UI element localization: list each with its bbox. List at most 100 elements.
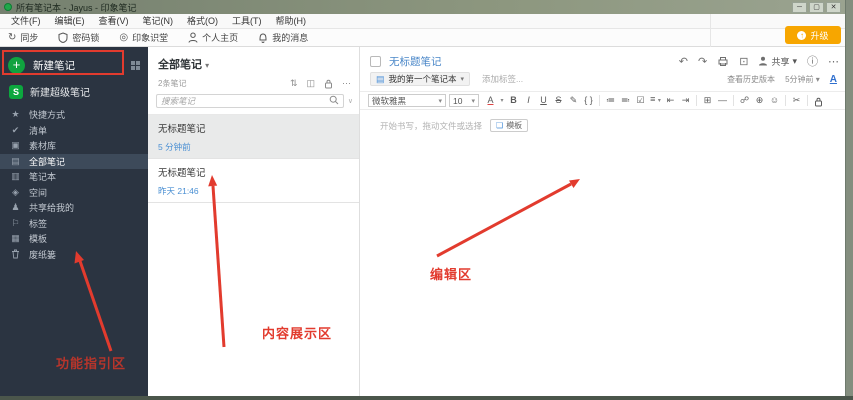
code-block-button[interactable]: { }	[581, 92, 596, 109]
presentation-button[interactable]: ⊡	[739, 55, 748, 68]
numbered-list-button[interactable]: ≕	[618, 92, 633, 109]
indent-button[interactable]: ⇥	[678, 92, 693, 109]
sidebar-item-tags[interactable]: ⚐ 标签	[0, 216, 148, 232]
sort-button[interactable]: ⇅	[290, 78, 298, 89]
sidebar-item-shortcuts[interactable]: ★ 快捷方式	[0, 107, 148, 123]
close-button[interactable]: ✕	[826, 1, 841, 13]
new-note-button[interactable]: + 新建笔记	[0, 52, 148, 78]
emoji-button[interactable]: ☺	[767, 92, 782, 109]
menu-format[interactable]: 格式(O)	[180, 14, 225, 29]
add-tag-button[interactable]: 添加标签...	[482, 73, 523, 85]
bold-button[interactable]: B	[506, 92, 521, 109]
sidebar-item-label: 全部笔记	[29, 156, 66, 167]
menu-tools[interactable]: 工具(T)	[225, 14, 269, 29]
note-list-header[interactable]: 全部笔记 ▾	[148, 47, 359, 72]
sidebar-item-materials[interactable]: ▣ 素材库	[0, 138, 148, 154]
menu-file[interactable]: 文件(F)	[4, 14, 48, 29]
tag-icon: ⚐	[11, 217, 20, 228]
menu-edit[interactable]: 编辑(E)	[48, 14, 92, 29]
note-list-item[interactable]: 无标题笔记 5 分钟前	[148, 115, 359, 159]
view-switcher-icon[interactable]	[131, 60, 140, 70]
chevron-down-icon: ▾	[205, 61, 210, 70]
insert-table-button[interactable]: ⊞	[700, 92, 715, 109]
font-size-select[interactable]: 10 ▾	[449, 94, 479, 107]
align-icon: ≡	[650, 94, 656, 104]
editor-body[interactable]: 开始书写，拖动文件或选择 ❏ 模板	[360, 110, 845, 132]
align-button[interactable]: ≡ ▾	[648, 91, 663, 110]
toolbar-separator	[785, 95, 786, 106]
note-title: 无标题笔记	[158, 124, 206, 135]
template-button[interactable]: ❏ 模板	[490, 119, 529, 132]
search-filter-toggle[interactable]: ∨	[348, 97, 353, 105]
undo-button[interactable]: ↶	[679, 55, 688, 68]
font-color-button[interactable]: A	[483, 92, 498, 109]
more-button[interactable]: ⋯	[828, 55, 839, 68]
bell-icon	[258, 32, 268, 43]
sidebar-item-label: 空间	[29, 187, 48, 198]
sidebar-item-templates[interactable]: ▦ 模板	[0, 231, 148, 247]
view-history-link[interactable]: 查看历史版本	[727, 74, 775, 85]
share-button[interactable]: 共享 ▾	[758, 55, 797, 68]
sidebar-item-checklist[interactable]: ✔ 清单	[0, 123, 148, 139]
profile-button[interactable]: 个人主页	[188, 31, 238, 44]
minimize-button[interactable]: ─	[792, 1, 807, 13]
note-count: 2条笔记	[158, 79, 187, 88]
chevron-down-icon: ▾	[471, 97, 475, 105]
notebook-selector[interactable]: ▤ 我的第一个笔记本 ▾	[370, 72, 471, 86]
todo-checkbox-button[interactable]: ☑	[633, 92, 648, 109]
encrypt-button[interactable]	[811, 94, 826, 107]
upgrade-icon: ↑	[797, 30, 807, 40]
bullet-list-button[interactable]: ≔	[603, 92, 618, 109]
sync-button[interactable]: ↻ 同步	[8, 31, 38, 44]
redo-button[interactable]: ↷	[698, 55, 707, 68]
classroom-button[interactable]: ◎ 印象识堂	[119, 31, 168, 44]
sidebar-item-shared-with-me[interactable]: ♟ 共享给我的	[0, 200, 148, 216]
print-button[interactable]	[717, 56, 729, 67]
font-size-toggle[interactable]: A	[830, 74, 837, 85]
format-toolbar: 微软雅黑 ▾ 10 ▾ A ▾ B I U S ✎ { } ≔ ≕ ☑ ≡ ▾ …	[360, 91, 845, 110]
italic-button[interactable]: I	[521, 92, 536, 109]
underline-button[interactable]: U	[536, 92, 551, 109]
highlight-pen-button[interactable]: ✎	[566, 92, 581, 109]
menu-note[interactable]: 笔记(N)	[136, 14, 181, 29]
messages-label: 我的消息	[272, 33, 309, 43]
password-lock-button[interactable]: 密码锁	[58, 31, 99, 44]
upgrade-button[interactable]: ↑ 升级	[785, 26, 841, 44]
sidebar-item-all-notes[interactable]: ▤ 全部笔记	[0, 153, 148, 169]
menu-help[interactable]: 帮助(H)	[269, 14, 314, 29]
outdent-button[interactable]: ⇤	[663, 92, 678, 109]
card-view-button[interactable]: ◫	[306, 78, 315, 89]
sidebar-item-label: 共享给我的	[29, 203, 75, 214]
horizontal-rule-button[interactable]: —	[715, 92, 730, 109]
window-title: 所有笔记本 - Jayus - 印象笔记	[16, 2, 137, 13]
notebook-icon: ▤	[376, 73, 385, 84]
chevron-down-icon: ▾	[792, 55, 797, 66]
sidebar-item-notebooks[interactable]: ▥ 笔记本	[0, 169, 148, 185]
last-edited-dropdown[interactable]: 5分钟前 ▾	[785, 74, 820, 85]
font-family-select[interactable]: 微软雅黑 ▾	[368, 94, 446, 107]
note-list-panel: 全部笔记 ▾ 2条笔记 ⇅ ◫ ⋯ ∨ 无标题笔记	[148, 47, 360, 396]
annotation-label-editor: 编辑区	[430, 267, 473, 282]
note-list-item[interactable]: 无标题笔记 昨天 21:46	[148, 159, 359, 203]
lock-icon[interactable]	[324, 79, 333, 89]
note-title-input[interactable]: 无标题笔记	[389, 54, 442, 69]
new-super-note-button[interactable]: S 新建超级笔记	[0, 78, 148, 107]
megaphone-icon: ◎	[119, 31, 129, 43]
search-input[interactable]	[161, 96, 329, 106]
annotation-label-note-list: 内容展示区	[262, 326, 333, 341]
sync-icon: ↻	[8, 31, 17, 43]
menu-view[interactable]: 查看(V)	[92, 14, 136, 29]
sidebar-item-spaces[interactable]: ◈ 空间	[0, 185, 148, 201]
font-color-chevron[interactable]: ▾	[498, 91, 506, 110]
strikethrough-button[interactable]: S	[551, 92, 566, 109]
insert-link-button[interactable]: ☍	[737, 92, 752, 109]
maximize-button[interactable]: ▢	[809, 1, 824, 13]
insert-attachment-button[interactable]: ⊕	[752, 92, 767, 109]
more-options-button[interactable]: ⋯	[342, 78, 351, 89]
notebook-name: 我的第一个笔记本	[388, 74, 457, 84]
check-icon: ✔	[11, 124, 20, 135]
screenshot-button[interactable]: ✂	[789, 92, 804, 109]
sidebar-item-trash[interactable]: 废纸篓	[0, 247, 148, 263]
info-button[interactable]: ⓘ	[807, 53, 818, 69]
messages-button[interactable]: 我的消息	[258, 31, 308, 44]
